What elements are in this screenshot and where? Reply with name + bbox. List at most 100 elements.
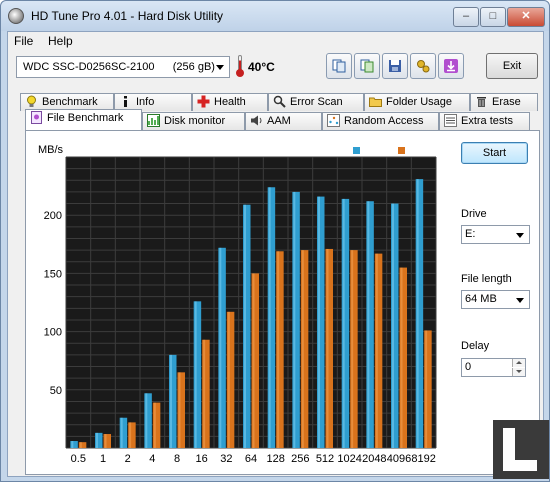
- random-access-icon: [327, 114, 340, 127]
- save-button[interactable]: [382, 53, 408, 79]
- close-button[interactable]: ✕: [507, 7, 545, 27]
- tab-extra-tests[interactable]: Extra tests: [439, 112, 530, 130]
- delay-value: 0: [465, 361, 472, 373]
- bar-write: [226, 311, 235, 448]
- bar-read-highlight: [367, 201, 370, 448]
- bar-read: [415, 179, 424, 448]
- bar-write: [152, 402, 161, 448]
- tab-health[interactable]: Health: [192, 93, 268, 111]
- bar-read: [169, 354, 177, 448]
- y-tick-label: 100: [44, 327, 62, 339]
- title-bar[interactable]: HD Tune Pro 4.01 - Hard Disk Utility – □…: [1, 1, 549, 31]
- start-button[interactable]: Start: [461, 142, 528, 164]
- tab-random-access[interactable]: Random Access: [322, 112, 439, 130]
- options-icon: [417, 60, 430, 73]
- copy-screenshot-icon: [360, 59, 374, 73]
- tab-health-label: Health: [214, 96, 246, 108]
- bar-write-highlight: [227, 311, 230, 448]
- bar-read: [391, 203, 399, 448]
- site-logo-watermark: [493, 420, 549, 479]
- drive-letter-dropdown[interactable]: E:: [461, 225, 530, 244]
- extra-tests-icon: [444, 114, 457, 127]
- legend-read-label: read: [363, 146, 383, 157]
- bar-read-highlight: [96, 432, 98, 448]
- info-icon: [124, 96, 127, 107]
- file-benchmark-icon: [31, 111, 42, 124]
- tab-folder-usage[interactable]: Folder Usage: [364, 93, 470, 111]
- y-tick-label: 150: [44, 268, 62, 280]
- bar-read: [218, 247, 226, 448]
- y-tick-label: 200: [44, 210, 62, 222]
- bar-write-highlight: [375, 253, 378, 448]
- x-tick-label: 32: [220, 453, 232, 465]
- options-button[interactable]: [410, 53, 436, 79]
- spin-down-icon[interactable]: [512, 368, 525, 376]
- x-tick-label: 128: [266, 453, 284, 465]
- download-icon: [444, 59, 458, 73]
- delay-spinner[interactable]: 0: [461, 358, 526, 377]
- bar-write-highlight: [178, 372, 181, 448]
- tab-erase[interactable]: Erase: [470, 93, 538, 111]
- bar-write-highlight: [153, 402, 156, 448]
- spin-up-icon[interactable]: [512, 359, 525, 367]
- maximize-button[interactable]: □: [480, 7, 506, 27]
- download-button[interactable]: [438, 53, 464, 79]
- bar-write: [128, 422, 136, 448]
- bar-write-highlight: [400, 267, 403, 448]
- tab-file-benchmark-label: File Benchmark: [47, 112, 124, 124]
- bar-write-highlight: [203, 339, 206, 448]
- bar-read: [70, 441, 78, 448]
- thermometer-icon: [236, 55, 244, 77]
- exit-button[interactable]: Exit: [486, 53, 538, 79]
- file-benchmark-chart: 50 100 150 200 0.5 1 2 4 8 16 32 64 128 256 512 1024 204…: [38, 144, 437, 465]
- health-cross-icon: [197, 95, 210, 108]
- temperature-readout: 40°C: [248, 60, 275, 74]
- bar-read: [193, 301, 202, 448]
- trash-icon: [477, 97, 486, 107]
- bar-write-highlight: [425, 330, 428, 448]
- tab-file-benchmark[interactable]: File Benchmark: [25, 109, 142, 130]
- bar-write-highlight: [351, 250, 354, 448]
- tab-aam-label: AAM: [267, 115, 291, 127]
- drive-dropdown[interactable]: WDC SSC-D0256SC-2100 (256 gB): [16, 56, 230, 78]
- menu-help[interactable]: Help: [48, 34, 73, 48]
- tab-aam[interactable]: AAM: [245, 112, 322, 130]
- bar-read-highlight: [268, 187, 271, 448]
- bar-write: [325, 248, 333, 448]
- legend-write-label: write: [407, 146, 430, 157]
- file-length-dropdown[interactable]: 64 MB: [461, 290, 530, 309]
- menu-file[interactable]: File: [14, 34, 33, 48]
- bar-write: [251, 273, 259, 448]
- tab-random-access-label: Random Access: [344, 115, 424, 127]
- bar-write: [374, 253, 383, 448]
- lightbulb-icon: [27, 95, 36, 107]
- delay-label: Delay: [461, 340, 490, 352]
- bar-read: [144, 393, 152, 448]
- bar-write: [424, 330, 432, 448]
- bar-write-highlight: [326, 248, 329, 448]
- tab-error-scan[interactable]: Error Scan: [268, 93, 364, 111]
- y-tick-label: 50: [50, 385, 62, 397]
- bar-write-highlight: [301, 250, 304, 448]
- bar-write: [202, 339, 210, 448]
- x-tick-label: 256: [291, 453, 309, 465]
- tab-disk-monitor[interactable]: Disk monitor: [142, 112, 245, 130]
- bar-read: [243, 204, 251, 448]
- minimize-button[interactable]: –: [453, 7, 479, 27]
- copy-screenshot-button[interactable]: [354, 53, 380, 79]
- tab-erase-label: Erase: [492, 96, 521, 108]
- bar-read-highlight: [318, 196, 320, 448]
- drive-letter-value: E:: [465, 228, 476, 240]
- x-tick-label: 2048: [362, 453, 386, 465]
- bar-read-highlight: [120, 417, 123, 448]
- bar-write: [276, 251, 284, 448]
- bar-write: [399, 267, 407, 448]
- copy-info-button[interactable]: [326, 53, 352, 79]
- x-tick-label: 4: [149, 453, 155, 465]
- file-benchmark-panel: 50 100 150 200 0.5 1 2 4 8 16 32 64 128 256 512 1024 204…: [25, 130, 540, 475]
- x-tick-label: 0.5: [71, 453, 86, 465]
- disk-monitor-icon: [147, 114, 160, 127]
- x-tick-label: 2: [125, 453, 131, 465]
- menu-file-label: File: [14, 34, 34, 48]
- x-tick-label: 1024: [337, 453, 361, 465]
